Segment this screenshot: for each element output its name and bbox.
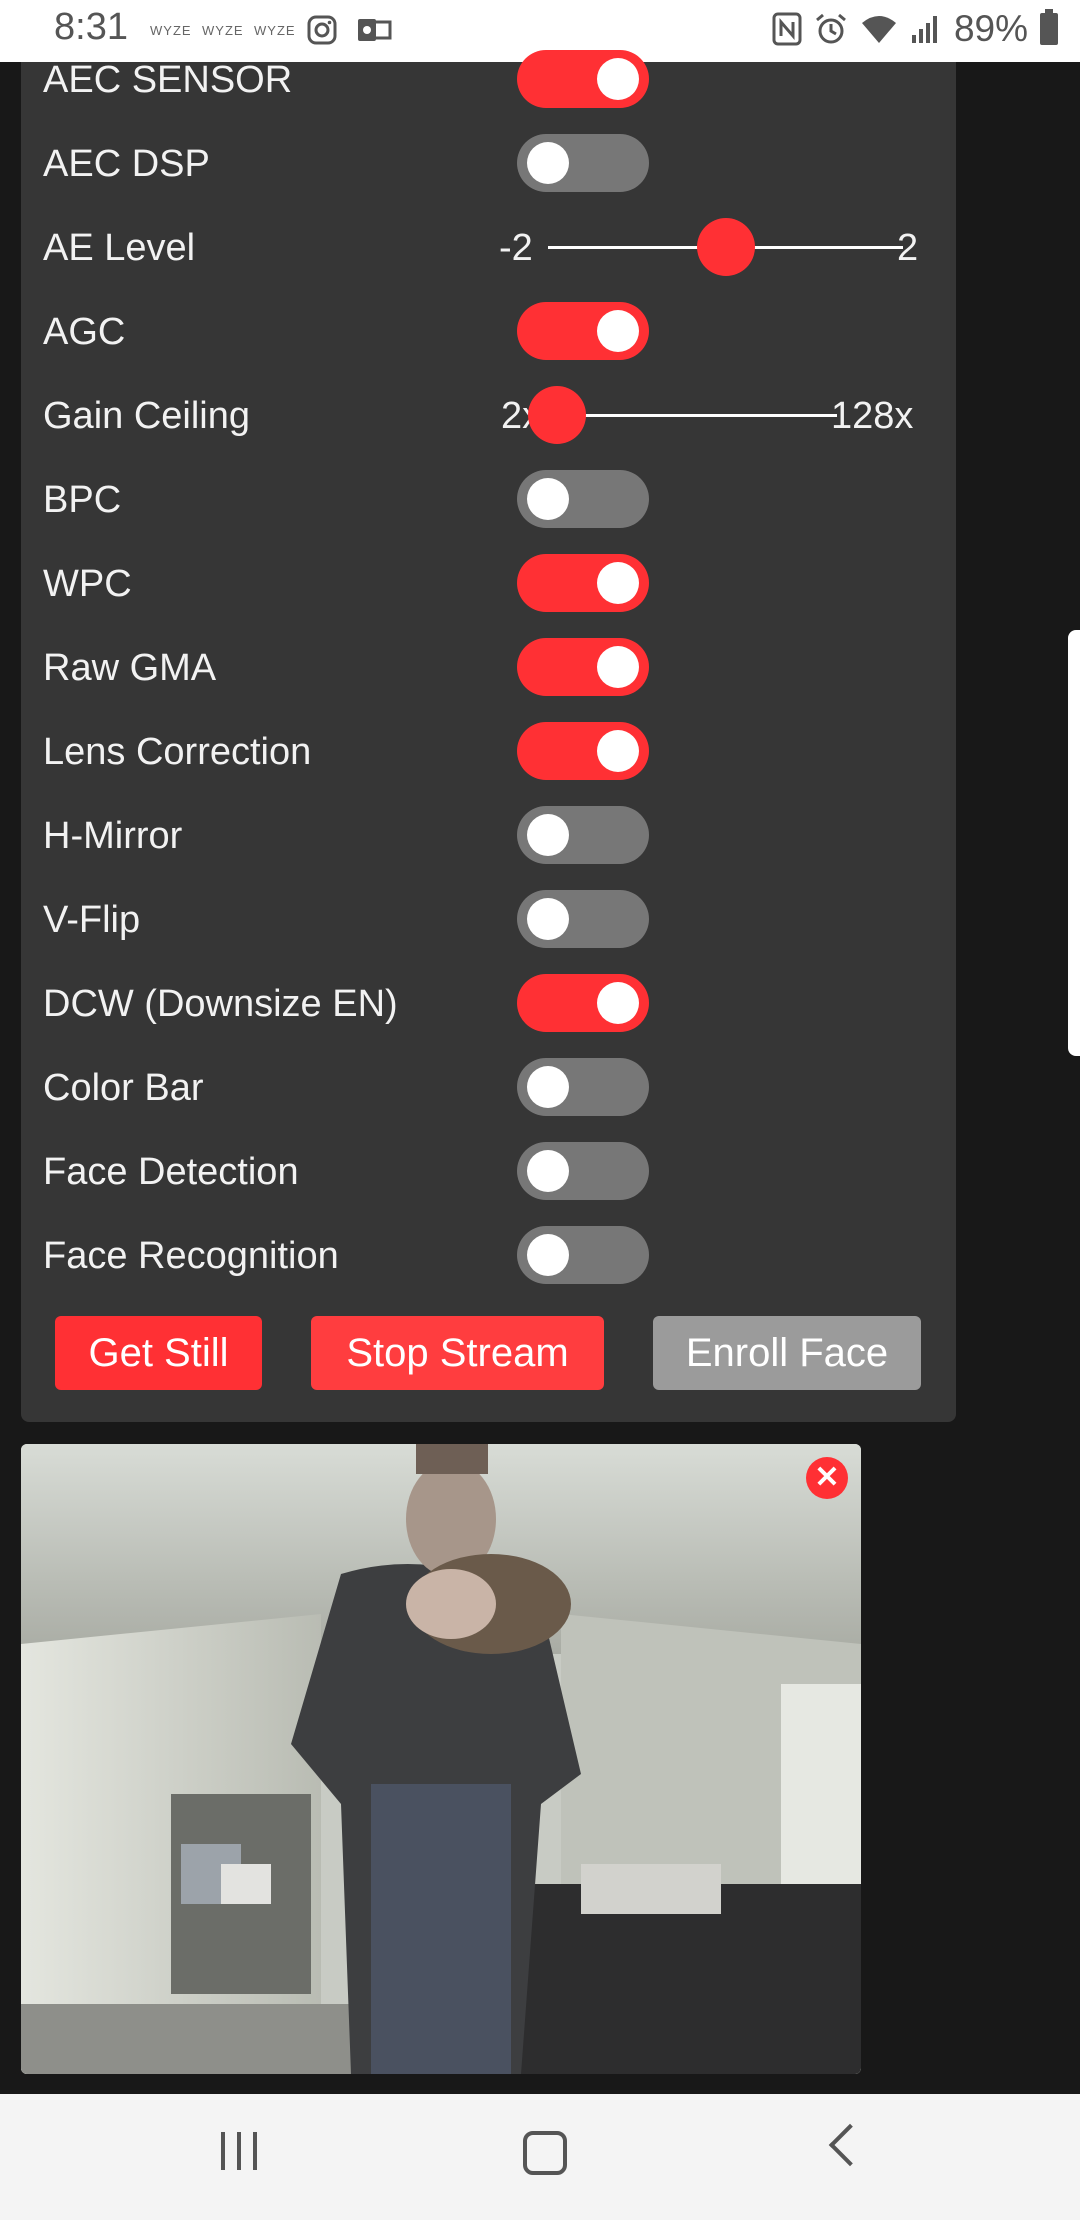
ae-level-slider-thumb[interactable]: [696, 218, 755, 276]
face-detection-toggle[interactable]: [517, 1142, 649, 1200]
toggle-knob: [527, 142, 569, 184]
setting-raw-gma: Raw GMA: [21, 626, 956, 710]
setting-face-recognition: Face Recognition: [21, 1214, 956, 1298]
toggle-knob: [527, 898, 569, 940]
gain-ceiling-slider-track[interactable]: [557, 414, 837, 417]
h-mirror-toggle[interactable]: [517, 806, 649, 864]
gain-ceiling-slider-thumb[interactable]: [528, 386, 586, 444]
toggle-knob: [597, 646, 639, 688]
camera-frame-illustration: [21, 1444, 861, 2074]
setting-h-mirror: H-Mirror: [21, 794, 956, 878]
toggle-knob: [527, 1234, 569, 1276]
setting-bpc: BPC: [21, 458, 956, 542]
toggle-knob: [597, 310, 639, 352]
wyze-notification-icon: WYZE: [150, 22, 192, 38]
home-icon[interactable]: [523, 2131, 567, 2175]
slider-min-label: -2: [499, 227, 533, 269]
camera-settings-panel: AEC SENSOR AEC DSP AE Level -2 2 AGC Gai…: [21, 50, 956, 1422]
setting-v-flip: V-Flip: [21, 878, 956, 962]
setting-label: V-Flip: [43, 899, 141, 941]
color-bar-toggle[interactable]: [517, 1058, 649, 1116]
setting-face-detection: Face Detection: [21, 1130, 956, 1214]
toggle-knob: [527, 1150, 569, 1192]
dcw-toggle[interactable]: [517, 974, 649, 1032]
close-stream-button[interactable]: ✕: [806, 1457, 848, 1499]
toggle-knob: [597, 562, 639, 604]
back-icon[interactable]: [828, 2123, 872, 2167]
battery-icon: [1040, 9, 1058, 45]
recents-icon[interactable]: [221, 2132, 257, 2170]
toggle-knob: [597, 58, 639, 100]
setting-label: AEC SENSOR: [43, 59, 293, 101]
setting-color-bar: Color Bar: [21, 1046, 956, 1130]
setting-wpc: WPC: [21, 542, 956, 626]
setting-ae-level: AE Level -2 2: [21, 206, 956, 290]
slider-max-label: 128x: [831, 395, 914, 437]
toggle-knob: [527, 1066, 569, 1108]
setting-label: DCW (Downsize EN): [43, 983, 398, 1025]
stop-stream-button[interactable]: Stop Stream: [311, 1316, 604, 1390]
toggle-knob: [527, 814, 569, 856]
close-icon: ✕: [814, 1461, 840, 1494]
v-flip-toggle[interactable]: [517, 890, 649, 948]
bpc-toggle[interactable]: [517, 470, 649, 528]
setting-aec-dsp: AEC DSP: [21, 122, 956, 206]
wyze-notification-icon: WYZE: [202, 22, 244, 38]
setting-label: AEC DSP: [43, 143, 210, 185]
setting-label: Gain Ceiling: [43, 395, 250, 437]
setting-agc: AGC: [21, 290, 956, 374]
edge-panel-handle[interactable]: [1068, 630, 1080, 1056]
slider-max-label: 2: [897, 227, 919, 269]
setting-label: Face Detection: [43, 1151, 299, 1193]
navigation-bar: [0, 2094, 1080, 2220]
battery-percent: 89%: [953, 8, 1028, 49]
wpc-toggle[interactable]: [517, 554, 649, 612]
get-still-button[interactable]: Get Still: [55, 1316, 262, 1390]
camera-stream-image: [21, 1444, 861, 2074]
setting-label: Color Bar: [43, 1067, 204, 1109]
setting-dcw: DCW (Downsize EN): [21, 962, 956, 1046]
toggle-knob: [597, 982, 639, 1024]
setting-label: Face Recognition: [43, 1235, 339, 1277]
toggle-knob: [597, 730, 639, 772]
wyze-notification-icon: WYZE: [254, 22, 296, 38]
setting-label: BPC: [43, 479, 122, 521]
face-recognition-toggle[interactable]: [517, 1226, 649, 1284]
setting-label: WPC: [43, 563, 132, 605]
setting-aec-sensor: AEC SENSOR: [21, 38, 956, 122]
setting-label: AGC: [43, 311, 126, 353]
agc-toggle[interactable]: [517, 302, 649, 360]
setting-label: H-Mirror: [43, 815, 183, 857]
lens-correction-toggle[interactable]: [517, 722, 649, 780]
setting-label: Lens Correction: [43, 731, 312, 773]
setting-label: Raw GMA: [43, 647, 217, 689]
aec-dsp-toggle[interactable]: [517, 134, 649, 192]
setting-label: AE Level: [43, 227, 196, 269]
setting-lens-correction: Lens Correction: [21, 710, 956, 794]
aec-sensor-toggle[interactable]: [517, 50, 649, 108]
enroll-face-button[interactable]: Enroll Face: [653, 1316, 921, 1390]
toggle-knob: [527, 478, 569, 520]
raw-gma-toggle[interactable]: [517, 638, 649, 696]
setting-gain-ceiling: Gain Ceiling 2x 128x: [21, 374, 956, 458]
